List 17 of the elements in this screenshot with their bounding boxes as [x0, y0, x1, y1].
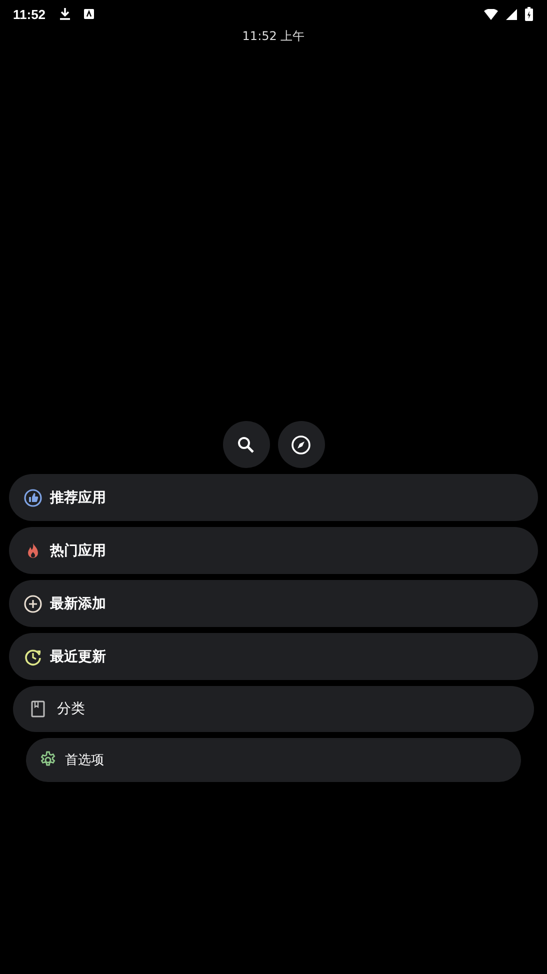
menu-item[interactable]: 最近更新 [9, 633, 538, 680]
menu-item[interactable]: 热门应用 [9, 527, 538, 574]
compass-button[interactable] [278, 421, 324, 468]
menu-item[interactable]: 分类 [13, 686, 534, 732]
compass-icon [291, 434, 311, 454]
signal-icon [506, 8, 517, 20]
menu-item[interactable]: 首选项 [26, 738, 521, 782]
download-icon [60, 8, 70, 20]
battery-icon [525, 7, 533, 21]
clock-text: 11:52 上午 [241, 28, 306, 45]
wifi-icon [484, 8, 498, 20]
app-icon [84, 9, 94, 19]
status-time: 11:52 [13, 6, 46, 22]
search-icon [237, 436, 255, 454]
menu-item[interactable]: 最新添加 [9, 580, 538, 627]
search-button[interactable] [222, 421, 270, 468]
menu-item[interactable]: 推荐应用 [9, 474, 538, 521]
